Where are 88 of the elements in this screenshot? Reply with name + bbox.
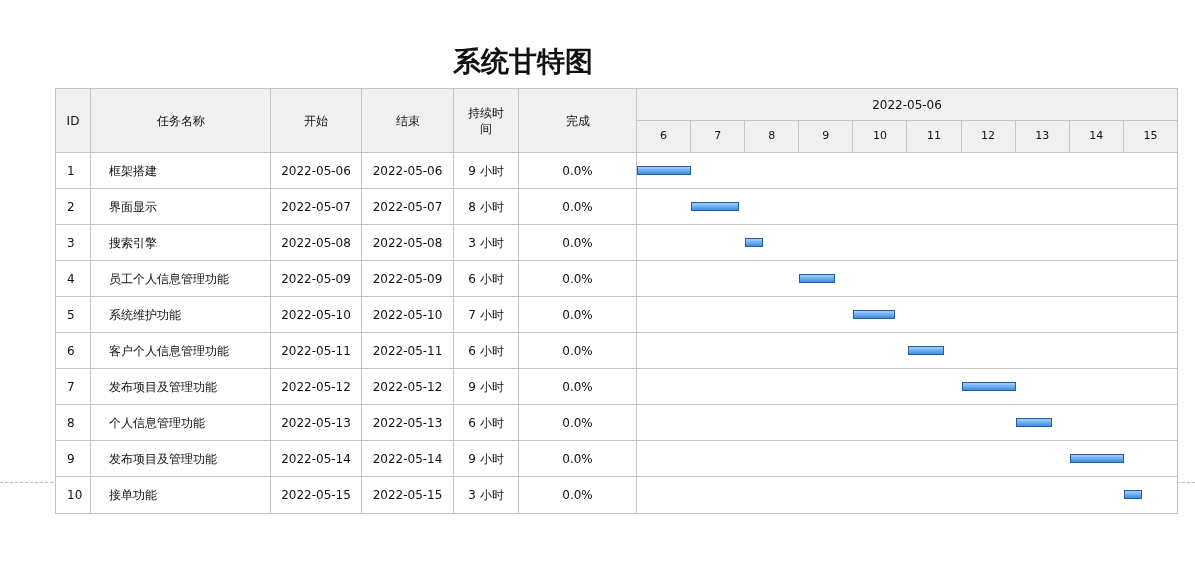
- table-cell-text: 9: [67, 450, 75, 468]
- task-bar: [1015, 418, 1052, 427]
- table-cell-text: 2022-05-13: [372, 414, 443, 432]
- table-cell-text: 9 小时: [468, 378, 504, 396]
- table-cell-text: 2022-05-07: [281, 198, 351, 216]
- table-cell-text: 0.0%: [562, 450, 593, 468]
- table-cell-text: 3 小时: [468, 487, 504, 504]
- table-cell-text: 0.0%: [562, 414, 593, 432]
- table-cell-text: 系统维护功能: [109, 306, 181, 324]
- table-cell-text: 接单功能: [109, 487, 157, 504]
- table-cell-text: 2022-05-15: [281, 487, 351, 504]
- table-cell-text: 2022-05-10: [372, 306, 443, 324]
- table-cell-text: 2022-05-08: [372, 234, 443, 252]
- table-cell-text: 2022-05-14: [372, 450, 443, 468]
- column-header: ID: [56, 89, 90, 153]
- table-cell-text: 2022-05-06: [372, 162, 443, 180]
- table-cell-text: 2022-05-15: [372, 487, 443, 504]
- table-cell-text: 0.0%: [562, 270, 593, 288]
- table-cell-text: 2022-05-12: [372, 378, 443, 396]
- column-header: 开始: [271, 89, 361, 153]
- table-cell-text: 0.0%: [562, 234, 593, 252]
- table-cell-text: 4: [67, 270, 75, 288]
- table-cell-text: 5: [67, 306, 75, 324]
- table-cell-text: 7 小时: [468, 306, 504, 324]
- task-bar: [637, 166, 692, 175]
- table-cell-text: 发布项目及管理功能: [109, 450, 217, 468]
- day-header: 9: [799, 121, 854, 152]
- table-cell-text: 3: [67, 234, 75, 252]
- day-header: 12: [961, 121, 1016, 152]
- table-cell-text: 2022-05-12: [281, 378, 351, 396]
- table-cell-text: 2022-05-11: [281, 342, 351, 360]
- table-cell-text: 0.0%: [562, 378, 593, 396]
- task-bar: [1123, 490, 1142, 499]
- table-cell-text: 搜索引擎: [109, 234, 157, 252]
- day-header: 8: [745, 121, 800, 152]
- table-cell-text: 0.0%: [562, 487, 593, 504]
- column-header: 完成: [519, 89, 636, 153]
- table-cell-text: 6 小时: [468, 270, 504, 288]
- table-cell-text: 2022-05-07: [372, 198, 443, 216]
- table-cell-text: 个人信息管理功能: [109, 414, 205, 432]
- day-header: 7: [691, 121, 746, 152]
- table-cell-text: 2022-05-13: [281, 414, 351, 432]
- day-header: 10: [853, 121, 908, 152]
- table-cell-text: 2022-05-06: [281, 162, 351, 180]
- table-cell-text: 1: [67, 162, 75, 180]
- table-cell-text: 员工个人信息管理功能: [109, 270, 229, 288]
- task-bar: [907, 346, 944, 355]
- task-bar: [853, 310, 896, 319]
- table-cell-text: 9 小时: [468, 450, 504, 468]
- task-bar: [745, 238, 764, 247]
- table-cell-text: 10: [67, 487, 83, 504]
- column-header: 结束: [362, 89, 453, 153]
- day-header: 6: [637, 121, 692, 152]
- table-cell-text: 9 小时: [468, 162, 504, 180]
- chart-title: 系统甘特图: [453, 48, 593, 76]
- table-cell-text: 7: [67, 378, 75, 396]
- table-cell-text: 2022-05-11: [372, 342, 443, 360]
- table-cell-text: 6 小时: [468, 414, 504, 432]
- table-cell-text: 6 小时: [468, 342, 504, 360]
- table-cell-text: 界面显示: [109, 198, 157, 216]
- task-bar: [799, 274, 836, 283]
- table-cell-text: 2: [67, 198, 75, 216]
- table-cell-text: 框架搭建: [109, 162, 157, 180]
- table-cell-text: 0.0%: [562, 162, 593, 180]
- day-header: 14: [1069, 121, 1124, 152]
- table-cell-text: 2022-05-14: [281, 450, 351, 468]
- table-cell-text: 2022-05-10: [281, 306, 351, 324]
- day-header: 11: [907, 121, 962, 152]
- table-cell-text: 2022-05-09: [281, 270, 351, 288]
- day-header: 15: [1142, 128, 1159, 145]
- table-cell-text: 发布项目及管理功能: [109, 378, 217, 396]
- task-bar: [691, 202, 740, 211]
- table-cell-text: 0.0%: [562, 342, 593, 360]
- table-cell-text: 8 小时: [468, 198, 504, 216]
- column-header: 持续时间: [454, 89, 518, 153]
- table-cell-text: 6: [67, 342, 75, 360]
- task-bar: [1069, 454, 1124, 463]
- timeline-date: 2022-05-06: [637, 89, 1177, 121]
- table-cell-text: 2022-05-08: [281, 234, 351, 252]
- table-cell-text: 客户个人信息管理功能: [109, 342, 229, 360]
- column-header: 任务名称: [91, 89, 270, 153]
- table-cell-text: 8: [67, 414, 75, 432]
- task-bar: [961, 382, 1016, 391]
- day-header: 13: [1015, 121, 1070, 152]
- table-cell-text: 2022-05-09: [372, 270, 443, 288]
- table-cell-text: 0.0%: [562, 306, 593, 324]
- table-cell-text: 0.0%: [562, 198, 593, 216]
- table-cell-text: 3 小时: [468, 234, 504, 252]
